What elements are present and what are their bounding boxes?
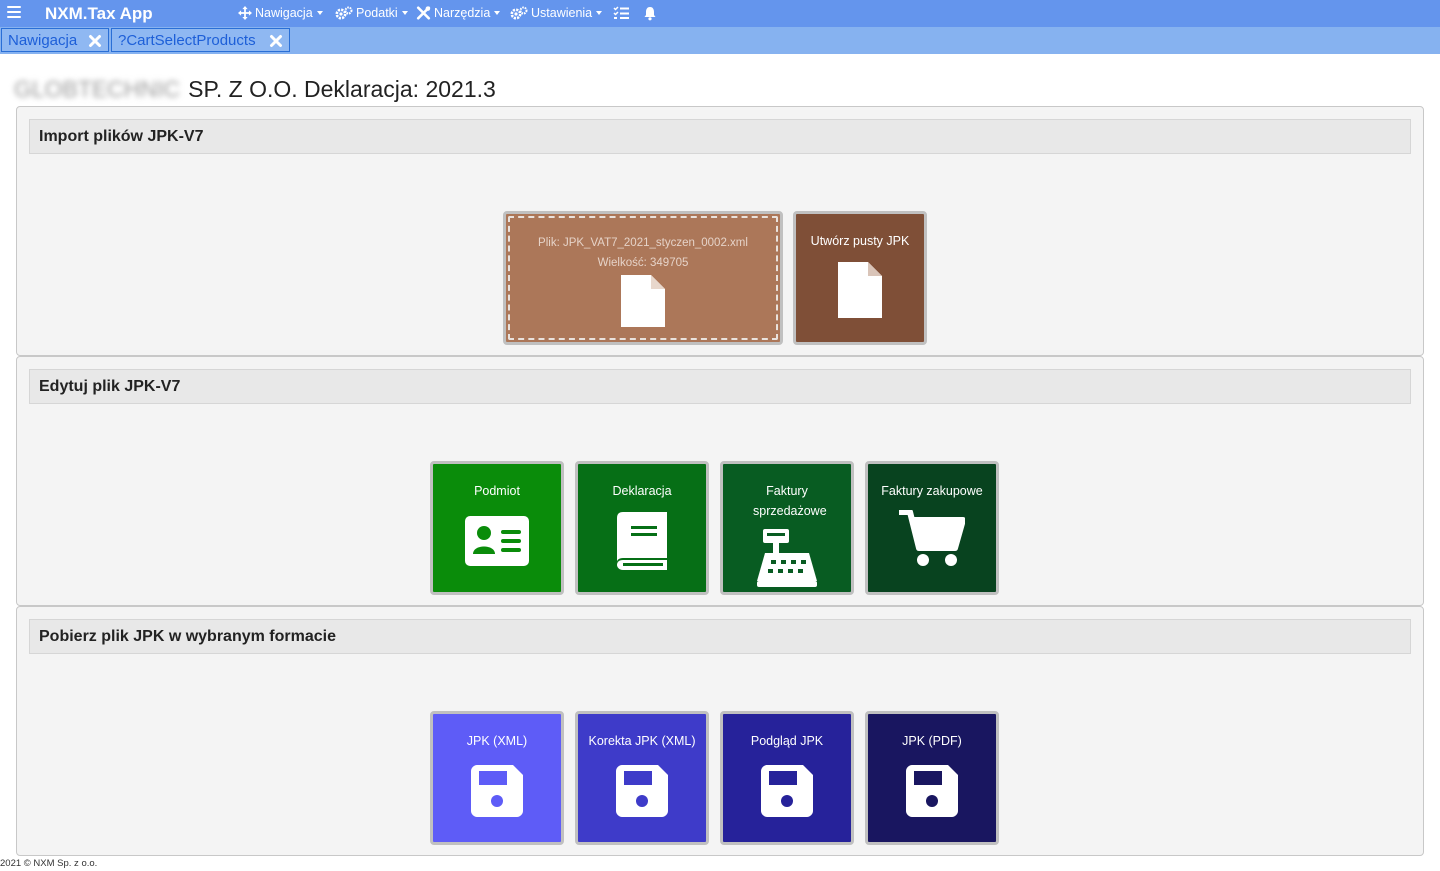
app-brand[interactable]: NXM.Tax App xyxy=(45,4,153,24)
save-icon xyxy=(616,765,668,817)
create-empty-jpk-label: Utwórz pusty JPK xyxy=(810,234,910,248)
download-panel: Pobierz plik JPK w wybranym formacie JPK… xyxy=(16,606,1424,856)
footer-copyright: 2021 © NXM Sp. z o.o. xyxy=(0,858,98,869)
arrows-move-icon xyxy=(238,6,252,20)
menu-ustawienia[interactable]: Ustawienia xyxy=(510,6,603,20)
menu-narzedzia[interactable]: Narzędzia xyxy=(416,6,501,20)
tab-bar: Nawigacja ?CartSelectProducts xyxy=(0,27,1440,54)
close-icon[interactable] xyxy=(88,34,102,48)
jpk-xml-label: JPK (XML) xyxy=(466,734,528,748)
faktury-sprzedazowe-button[interactable]: Faktury sprzedażowe xyxy=(720,461,854,595)
dropzone-file-name: Plik: JPK_VAT7_2021_styczen_0002.xml xyxy=(538,237,748,249)
save-icon xyxy=(906,765,958,817)
hamburger-icon[interactable] xyxy=(7,6,21,20)
jpk-pdf-label: JPK (PDF) xyxy=(902,734,962,748)
tab-cart-select-products[interactable]: ?CartSelectProducts xyxy=(111,28,290,52)
faktury-zakupowe-button[interactable]: Faktury zakupowe xyxy=(865,461,999,595)
menu-nawigacja-label: Nawigacja xyxy=(255,6,313,20)
company-name-blurred: GLOBTECHNIC xyxy=(14,76,181,102)
podglad-jpk-button[interactable]: Podgląd JPK xyxy=(720,711,854,845)
edit-panel-heading: Edytuj plik JPK-V7 xyxy=(29,369,1411,404)
cogs-icon xyxy=(335,6,353,20)
deklaracja-label: Deklaracja xyxy=(612,484,672,498)
dropzone-file-size: Wielkość: 349705 xyxy=(597,257,689,269)
podmiot-button[interactable]: Podmiot xyxy=(430,461,564,595)
tools-icon xyxy=(416,6,431,20)
close-icon[interactable] xyxy=(269,34,283,48)
file-icon xyxy=(621,275,665,327)
menu-podatki-label: Podatki xyxy=(356,6,398,20)
save-icon xyxy=(761,765,813,817)
menu-ustawienia-label: Ustawienia xyxy=(531,6,593,20)
jpk-xml-button[interactable]: JPK (XML) xyxy=(430,711,564,845)
download-panel-heading: Pobierz plik JPK w wybranym formacie xyxy=(29,619,1411,654)
file-icon xyxy=(838,262,882,318)
page-title-text: SP. Z O.O. Deklaracja: 2021.3 xyxy=(188,76,496,102)
cogs-icon xyxy=(510,6,528,20)
file-dropzone[interactable]: Plik: JPK_VAT7_2021_styczen_0002.xml Wie… xyxy=(503,211,783,345)
import-panel-heading: Import plików JPK-V7 xyxy=(29,119,1411,154)
menu-narzedzia-label: Narzędzia xyxy=(434,6,491,20)
cart-icon xyxy=(899,510,965,566)
create-empty-jpk-button[interactable]: Utwórz pusty JPK xyxy=(793,211,927,345)
jpk-pdf-button[interactable]: JPK (PDF) xyxy=(865,711,999,845)
bell-icon[interactable] xyxy=(643,6,660,21)
korekta-jpk-xml-button[interactable]: Korekta JPK (XML) xyxy=(575,711,709,845)
edit-panel: Edytuj plik JPK-V7 Podmiot Deklaracja Fa… xyxy=(16,356,1424,606)
tab-nawigacja[interactable]: Nawigacja xyxy=(1,28,109,52)
faktury-sprzedazowe-label: Faktury sprzedażowe xyxy=(753,484,827,518)
faktury-zakupowe-label: Faktury zakupowe xyxy=(881,484,983,498)
deklaracja-button[interactable]: Deklaracja xyxy=(575,461,709,595)
podmiot-label: Podmiot xyxy=(474,484,520,498)
import-panel: Import plików JPK-V7 Plik: JPK_VAT7_2021… xyxy=(16,106,1424,356)
cash-register-icon xyxy=(757,529,817,587)
menu-nawigacja[interactable]: Nawigacja xyxy=(238,6,323,20)
page-title: GLOBTECHNIC SP. Z O.O. Deklaracja: 2021.3 xyxy=(14,76,496,103)
podglad-jpk-label: Podgląd JPK xyxy=(750,734,824,748)
save-icon xyxy=(471,765,523,817)
book-icon xyxy=(617,512,667,570)
menu-podatki[interactable]: Podatki xyxy=(335,6,408,20)
id-card-icon xyxy=(465,516,529,566)
top-navbar: NXM.Tax App Nawigacja Podatki Narzędzia … xyxy=(0,0,1440,27)
tasks-icon[interactable] xyxy=(613,6,632,20)
tab-nawigacja-label: Nawigacja xyxy=(8,32,78,49)
korekta-jpk-xml-label: Korekta JPK (XML) xyxy=(588,734,696,748)
tab-cart-select-products-label: ?CartSelectProducts xyxy=(118,32,256,49)
